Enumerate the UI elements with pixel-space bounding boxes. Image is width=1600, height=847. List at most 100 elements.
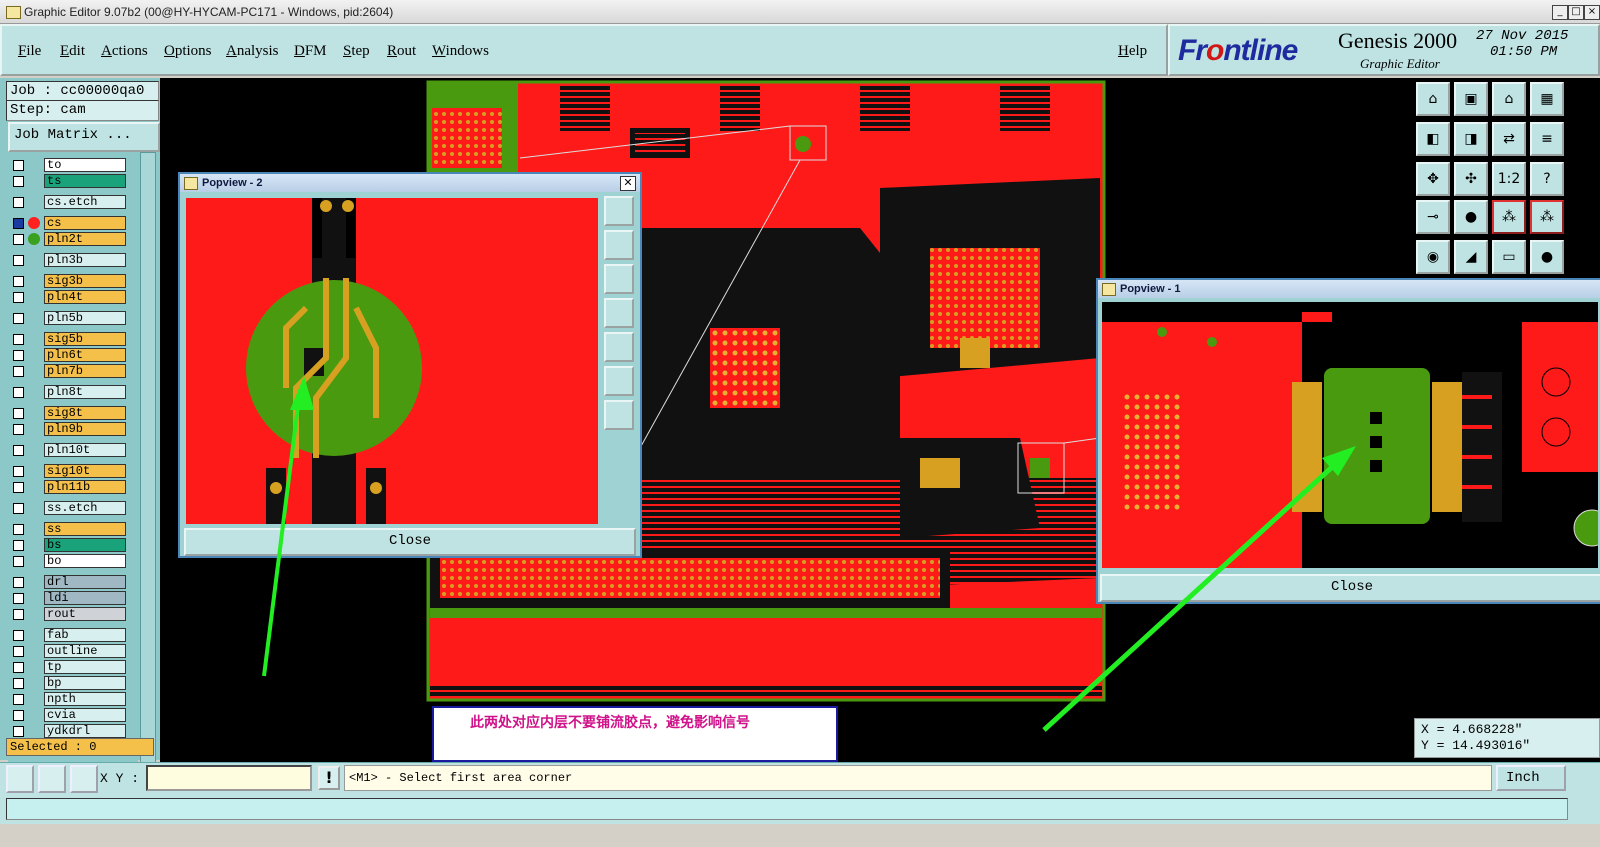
layer-name[interactable]: drl bbox=[44, 575, 126, 589]
layer-name[interactable]: npth bbox=[44, 692, 126, 706]
warning-icon[interactable]: ! bbox=[318, 766, 340, 790]
tool-scale-button[interactable]: 1:2 bbox=[1492, 162, 1526, 196]
popview-pan-down-icon[interactable] bbox=[604, 264, 634, 294]
popview-zoom-in-icon[interactable] bbox=[604, 366, 634, 396]
layer-checkbox[interactable] bbox=[13, 726, 24, 737]
menu-step[interactable]: Step bbox=[343, 43, 370, 60]
layer-name[interactable]: pln3b bbox=[44, 253, 126, 267]
layer-name[interactable]: ldi bbox=[44, 591, 126, 605]
tool-left-icon[interactable]: ◧ bbox=[1416, 122, 1450, 156]
layer-row[interactable]: pln9b bbox=[10, 422, 126, 437]
layer-checkbox[interactable] bbox=[13, 577, 24, 588]
tool-snap-icon[interactable]: ● bbox=[1454, 200, 1488, 234]
layer-name[interactable]: pln8t bbox=[44, 385, 126, 399]
layer-row[interactable]: sig3b bbox=[10, 274, 126, 289]
layer-checkbox[interactable] bbox=[13, 609, 24, 620]
layer-checkbox[interactable] bbox=[13, 276, 24, 287]
layer-name[interactable]: cvia bbox=[44, 708, 126, 722]
popview-2-close-icon[interactable]: ✕ bbox=[620, 176, 636, 191]
layer-checkbox[interactable] bbox=[13, 387, 24, 398]
layer-checkbox[interactable] bbox=[13, 176, 24, 187]
layer-name[interactable]: cs.etch bbox=[44, 195, 126, 209]
layer-checkbox[interactable] bbox=[13, 366, 24, 377]
layer-name[interactable]: bs bbox=[44, 538, 126, 552]
layer-name[interactable]: ss bbox=[44, 522, 126, 536]
menu-dfm[interactable]: DFM bbox=[294, 43, 327, 60]
tool-point-icon[interactable]: ● bbox=[1530, 240, 1564, 274]
layer-list-scrollbar[interactable] bbox=[140, 152, 156, 812]
popview-pan-right-icon[interactable] bbox=[604, 332, 634, 362]
menu-edit[interactable]: Edit bbox=[60, 43, 85, 60]
layer-checkbox[interactable] bbox=[13, 646, 24, 657]
layer-row[interactable]: bp bbox=[10, 676, 126, 691]
close-window-button[interactable]: × bbox=[1584, 5, 1600, 20]
xy-input[interactable] bbox=[146, 765, 312, 791]
layer-checkbox[interactable] bbox=[13, 710, 24, 721]
layer-checkbox[interactable] bbox=[13, 255, 24, 266]
popview-zoom-out-icon[interactable] bbox=[604, 400, 634, 430]
mode-angle-icon[interactable] bbox=[38, 765, 66, 793]
layer-row[interactable]: pln4t bbox=[10, 290, 126, 305]
menu-help[interactable]: Help bbox=[1118, 43, 1147, 60]
layer-row[interactable]: drl bbox=[10, 575, 126, 590]
job-matrix-button[interactable]: Job Matrix ... bbox=[8, 122, 160, 152]
layer-checkbox[interactable] bbox=[13, 160, 24, 171]
layer-name[interactable]: sig5b bbox=[44, 332, 126, 346]
layer-row[interactable]: ydkdrl bbox=[10, 724, 126, 739]
popview-pan-up-icon[interactable] bbox=[604, 230, 634, 260]
layer-name[interactable]: pln9b bbox=[44, 422, 126, 436]
layer-row[interactable]: fab bbox=[10, 628, 126, 643]
tool-draw-icon[interactable]: ◢ bbox=[1454, 240, 1488, 274]
popview-1-close-button[interactable]: Close bbox=[1100, 574, 1600, 602]
layer-name[interactable]: ts bbox=[44, 174, 126, 188]
layer-row[interactable]: cs.etch bbox=[10, 195, 126, 210]
layer-row[interactable]: sig10t bbox=[10, 464, 126, 479]
layer-checkbox[interactable] bbox=[13, 593, 24, 604]
layer-row[interactable]: cs bbox=[10, 216, 126, 231]
menu-windows[interactable]: Windows bbox=[432, 43, 489, 60]
tool-right-icon[interactable]: ◨ bbox=[1454, 122, 1488, 156]
layer-name[interactable]: sig8t bbox=[44, 406, 126, 420]
layer-row[interactable]: npth bbox=[10, 692, 126, 707]
tool-zoom-fit-icon[interactable]: ✥ bbox=[1416, 162, 1450, 196]
layer-name[interactable]: pln5b bbox=[44, 311, 126, 325]
layer-row[interactable]: pln11b bbox=[10, 480, 126, 495]
layer-checkbox[interactable] bbox=[13, 556, 24, 567]
tool-pick-icon[interactable]: ◉ bbox=[1416, 240, 1450, 274]
layer-row[interactable]: pln2t bbox=[10, 232, 126, 247]
layer-checkbox[interactable] bbox=[13, 197, 24, 208]
layer-checkbox[interactable] bbox=[13, 482, 24, 493]
layer-checkbox[interactable] bbox=[13, 350, 24, 361]
layer-row[interactable]: pln3b bbox=[10, 253, 126, 268]
layer-checkbox[interactable] bbox=[13, 408, 24, 419]
layer-row[interactable]: ts bbox=[10, 174, 126, 189]
layer-row[interactable]: rout bbox=[10, 607, 126, 622]
layer-name[interactable]: cs bbox=[44, 216, 126, 230]
layer-row[interactable]: bs bbox=[10, 538, 126, 553]
layer-checkbox[interactable] bbox=[13, 540, 24, 551]
mode-grid-icon[interactable] bbox=[70, 765, 98, 793]
layer-row[interactable]: pln5b bbox=[10, 311, 126, 326]
tool-lines-icon[interactable]: ≡ bbox=[1530, 122, 1564, 156]
layer-checkbox[interactable] bbox=[13, 630, 24, 641]
layer-name[interactable]: rout bbox=[44, 607, 126, 621]
layer-checkbox[interactable] bbox=[13, 313, 24, 324]
layer-row[interactable]: pln8t bbox=[10, 385, 126, 400]
layer-row[interactable]: cvia bbox=[10, 708, 126, 723]
tool-net-icon[interactable]: ⁂ bbox=[1492, 200, 1526, 234]
layer-row[interactable]: pln10t bbox=[10, 443, 126, 458]
tool-ruler-icon[interactable]: ▭ bbox=[1492, 240, 1526, 274]
layer-row[interactable]: ss bbox=[10, 522, 126, 537]
menu-rout[interactable]: Rout bbox=[387, 43, 416, 60]
layer-name[interactable]: pln10t bbox=[44, 443, 126, 457]
layer-row[interactable]: to bbox=[10, 158, 126, 173]
tool-measure-icon[interactable]: ⊸ bbox=[1416, 200, 1450, 234]
menu-actions[interactable]: Actions bbox=[101, 43, 148, 60]
layer-row[interactable]: sig5b bbox=[10, 332, 126, 347]
layer-row[interactable]: ss.etch bbox=[10, 501, 126, 516]
layer-row[interactable]: pln7b bbox=[10, 364, 126, 379]
menu-options[interactable]: Options bbox=[164, 43, 212, 60]
layer-checkbox[interactable] bbox=[13, 503, 24, 514]
layer-name[interactable]: pln7b bbox=[44, 364, 126, 378]
layer-row[interactable]: sig8t bbox=[10, 406, 126, 421]
